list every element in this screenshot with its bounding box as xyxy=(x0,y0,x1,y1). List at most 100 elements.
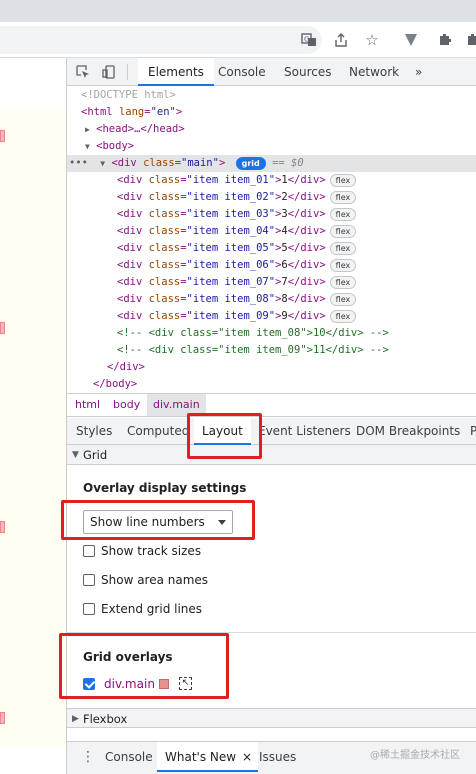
comment-text: <!-- <div class="item item_09">11</div> … xyxy=(117,344,389,356)
item-class-value: "item item_05" xyxy=(186,242,276,254)
dom-line-item[interactable]: <div class="item item_05">5</div> flex xyxy=(67,240,476,257)
dom-line-close-div[interactable]: </div> xyxy=(67,359,476,376)
expand-triangle-icon: ▶ xyxy=(72,714,79,724)
dom-line-item[interactable]: <div class="item item_07">7</div> flex xyxy=(67,274,476,291)
collapse-triangle-icon[interactable]: ▼ xyxy=(94,159,105,168)
ellipsis-icon[interactable]: ••• xyxy=(67,157,88,169)
close-body-text: </body> xyxy=(93,378,138,390)
grid-section-title: Grid xyxy=(83,448,108,462)
item-class-value: "item item_09" xyxy=(186,310,276,322)
flexbox-section-title: Flexbox xyxy=(83,712,128,726)
item-class-value: "item item_03" xyxy=(186,208,276,220)
dom-line-item[interactable]: <div class="item item_04">4</div> flex xyxy=(67,223,476,240)
tab-elements[interactable]: Elements xyxy=(138,58,214,86)
body-text: <body> xyxy=(96,140,135,152)
sidebar-tab-bar: Styles Computed Layout Event Listeners D… xyxy=(67,418,476,445)
watermark: @稀土掘金技术社区 xyxy=(370,750,460,761)
devtools-tab-bar: Elements Console Sources Network » xyxy=(67,58,476,86)
flex-badge[interactable]: flex xyxy=(329,207,357,221)
dom-line-html[interactable]: <html lang="en"> xyxy=(67,104,476,121)
grid-badge[interactable]: grid xyxy=(235,156,266,170)
address-bar[interactable] xyxy=(0,26,322,54)
dom-line-item[interactable]: <div class="item item_09">9</div> flex xyxy=(67,308,476,325)
show-track-sizes-option[interactable]: Show track sizes xyxy=(83,543,233,559)
dom-line-doctype[interactable]: <!DOCTYPE html> xyxy=(67,87,476,104)
div-tag: div xyxy=(117,157,137,169)
browser-tab-strip xyxy=(0,0,476,22)
tab-properties[interactable]: P xyxy=(462,418,476,445)
more-tabs-button[interactable]: » xyxy=(405,58,432,86)
show-area-names-option[interactable]: Show area names xyxy=(83,572,233,588)
tab-event-listeners[interactable]: Event Listeners xyxy=(250,418,359,445)
dom-line-item[interactable]: <div class="item item_08">8</div> flex xyxy=(67,291,476,308)
dom-line-item[interactable]: <div class="item item_06">6</div> flex xyxy=(67,257,476,274)
translate-icon[interactable]: G xyxy=(298,29,320,51)
highlight-grid-overlays xyxy=(59,633,229,699)
breadcrumb-html[interactable]: html xyxy=(69,394,106,416)
drawer-tab-console[interactable]: Console xyxy=(97,742,161,772)
dom-line-comment[interactable]: <!-- <div class="item item_08">10</div> … xyxy=(67,325,476,342)
item-class-value: "item item_01" xyxy=(186,174,276,186)
checkbox[interactable] xyxy=(83,574,95,586)
selected-marker: == $0 xyxy=(272,157,304,169)
share-icon[interactable] xyxy=(330,29,352,51)
dom-line-item[interactable]: <div class="item item_01">1</div> flex xyxy=(67,172,476,189)
flexbox-section-header[interactable]: ▶ Flexbox xyxy=(67,708,476,728)
dom-line-body[interactable]: ▼ <body> xyxy=(67,138,476,155)
page-content-area xyxy=(0,108,66,748)
flex-badge[interactable]: flex xyxy=(329,224,357,238)
tab-computed[interactable]: Computed xyxy=(119,418,197,445)
dom-line-comment[interactable]: <!-- <div class="item item_09">11</div> … xyxy=(67,342,476,359)
tab-styles[interactable]: Styles xyxy=(68,418,120,445)
tab-console[interactable]: Console xyxy=(208,58,276,86)
device-toolbar-icon[interactable] xyxy=(99,62,119,82)
item-class-value: "item item_07" xyxy=(186,276,276,288)
extension-icon[interactable] xyxy=(462,29,476,51)
breadcrumb: html body div.main xyxy=(67,393,476,417)
dom-line-close-body[interactable]: </body> xyxy=(67,376,476,393)
checkbox-label: Show area names xyxy=(101,573,209,587)
html-attr-name: lang xyxy=(118,106,145,118)
flex-badge[interactable]: flex xyxy=(329,275,357,289)
grid-section-header[interactable]: ▼ Grid xyxy=(67,445,476,465)
bookmark-star-icon[interactable]: ☆ xyxy=(361,29,383,51)
highlight-line-numbers-select xyxy=(61,500,255,540)
tab-sources[interactable]: Sources xyxy=(274,58,341,86)
extension-v-icon[interactable] xyxy=(400,29,422,51)
dom-line-div-main[interactable]: ••• ▼ <div class="main"> grid == $0 xyxy=(67,155,476,172)
tab-dom-breakpoints[interactable]: DOM Breakpoints xyxy=(348,418,468,445)
checkbox[interactable] xyxy=(83,603,95,615)
inspect-element-icon[interactable] xyxy=(73,62,93,82)
head-text: <head>…</head> xyxy=(96,123,185,135)
html-tag: html xyxy=(87,106,113,118)
item-class-value: "item item_08" xyxy=(186,293,276,305)
div-attr-value: "main" xyxy=(181,157,219,169)
checkbox-label: Extend grid lines xyxy=(101,602,203,616)
checkbox[interactable] xyxy=(83,545,95,557)
flex-badge[interactable]: flex xyxy=(329,241,357,255)
collapse-triangle-icon[interactable]: ▼ xyxy=(67,142,90,151)
flex-badge[interactable]: flex xyxy=(329,258,357,272)
overlay-settings-heading: Overlay display settings xyxy=(83,481,247,495)
flex-badge[interactable]: flex xyxy=(329,309,357,323)
dom-line-head[interactable]: ▶ <head>…</head> xyxy=(67,121,476,138)
breadcrumb-body[interactable]: body xyxy=(107,394,146,416)
grid-line-marker xyxy=(0,521,5,533)
flex-badge[interactable]: flex xyxy=(329,292,357,306)
checkbox-label: Show track sizes xyxy=(101,544,202,558)
tab-network[interactable]: Network xyxy=(339,58,409,86)
flex-badge[interactable]: flex xyxy=(329,173,357,187)
item-class-value: "item item_06" xyxy=(186,259,276,271)
drawer-tab-label: What's New xyxy=(165,750,237,764)
drawer-tab-whats-new[interactable]: What's New × xyxy=(157,742,259,772)
dom-tree: <!DOCTYPE html> <html lang="en"> ▶ <head… xyxy=(67,87,476,393)
puzzle-icon[interactable] xyxy=(434,29,456,51)
html-attr-value: "en" xyxy=(150,106,176,118)
dom-line-item[interactable]: <div class="item item_03">3</div> flex xyxy=(67,206,476,223)
extend-grid-lines-option[interactable]: Extend grid lines xyxy=(83,601,233,617)
drawer-tab-issues[interactable]: Issues xyxy=(251,742,304,772)
dom-line-item[interactable]: <div class="item item_02">2</div> flex xyxy=(67,189,476,206)
expand-triangle-icon[interactable]: ▶ xyxy=(67,125,90,134)
grid-line-marker xyxy=(0,322,5,334)
flex-badge[interactable]: flex xyxy=(329,190,357,204)
